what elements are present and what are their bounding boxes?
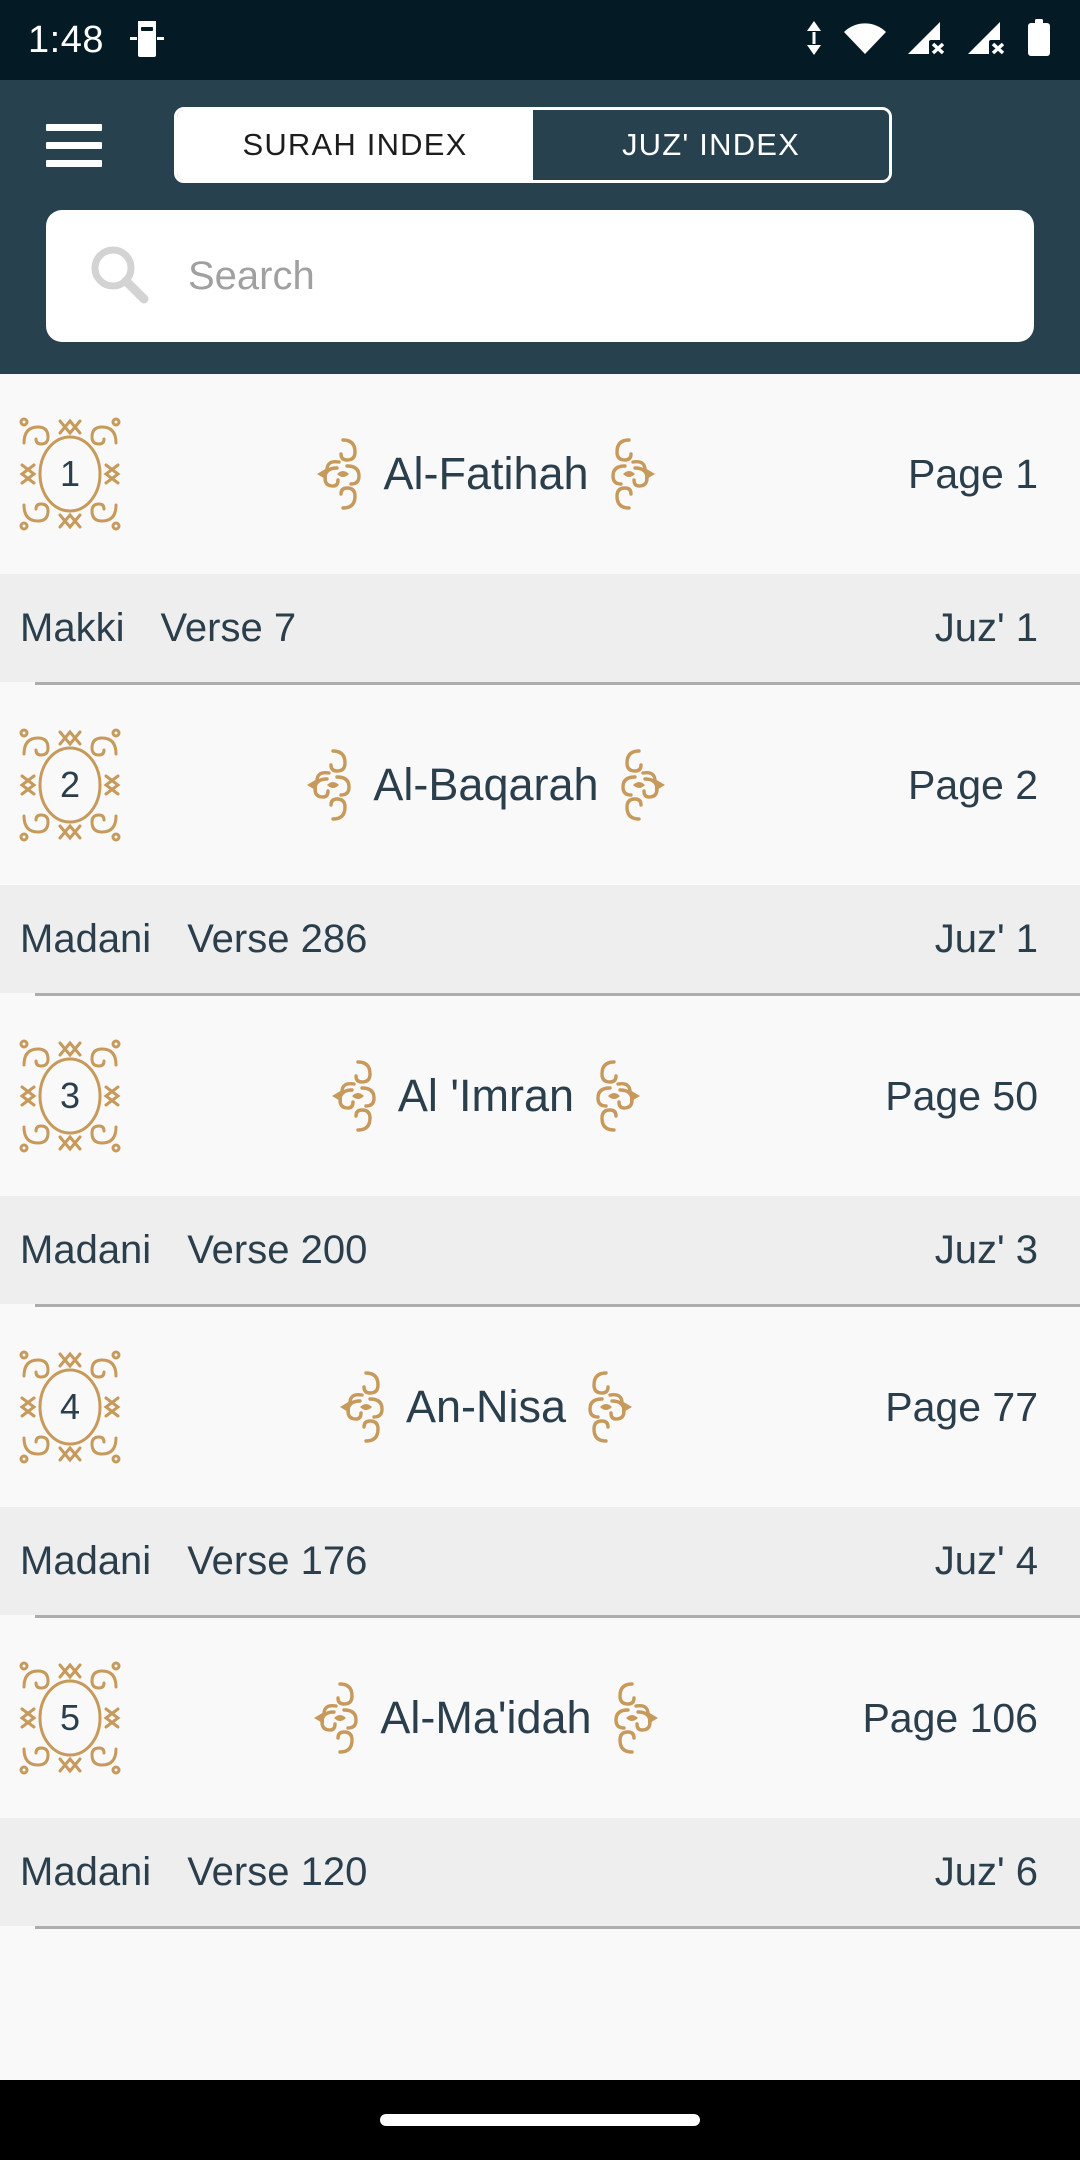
- surah-meta-left: Madani Verse 286: [20, 917, 367, 962]
- battery-full-icon: [1026, 18, 1052, 62]
- surah-row-meta: Madani Verse 286 Juz' 1: [0, 885, 1080, 993]
- surah-name-block: Al-Ma'idah: [124, 1674, 848, 1762]
- gold-ornament-left-icon: [339, 1371, 384, 1443]
- gold-ornament-right-icon: [610, 438, 655, 510]
- surah-name: An-Nisa: [405, 1381, 567, 1432]
- surah-verse-count: Verse 176: [187, 1538, 368, 1583]
- gold-ornament-right-icon: [588, 1371, 633, 1443]
- surah-juz-label: Juz' 6: [934, 1849, 1038, 1894]
- surah-juz-label: Juz' 1: [934, 605, 1038, 650]
- row-separator: [35, 1926, 1080, 1929]
- status-bar-clock: 1:48: [28, 18, 104, 61]
- surah-name-block: Al 'Imran: [124, 1052, 848, 1140]
- surah-verse-count: Verse 120: [187, 1849, 368, 1894]
- list-item: 1 Al-Fatihah Page 1 Makki Verse 7 Juz' 1: [0, 374, 1080, 685]
- surah-revelation-type: Madani: [20, 916, 152, 961]
- gold-ornament-right-icon: [596, 1060, 641, 1132]
- surah-page-label: Page 2: [908, 761, 1038, 808]
- surah-juz-label: Juz' 3: [934, 1227, 1038, 1272]
- surah-verse-count: Verse 7: [160, 605, 297, 650]
- surah-number-frame-icon: 3: [16, 1035, 124, 1157]
- app-screen: 1:48 SURAH INDEX JUZ' INDEX Search 1 Al-…: [0, 0, 1080, 2160]
- surah-number-frame-icon: 4: [16, 1346, 124, 1468]
- surah-name-block: An-Nisa: [124, 1363, 848, 1451]
- surah-meta-left: Madani Verse 120: [20, 1850, 367, 1895]
- surah-verse-count: Verse 286: [187, 916, 368, 961]
- surah-number: 1: [59, 453, 81, 494]
- surah-meta-left: Madani Verse 176: [20, 1539, 367, 1584]
- search-input[interactable]: [188, 253, 992, 299]
- status-bar-icons: [804, 18, 1052, 62]
- surah-row-meta: Madani Verse 200 Juz' 3: [0, 1196, 1080, 1304]
- surah-name: Al-Baqarah: [373, 759, 599, 810]
- search-icon: [88, 243, 150, 310]
- surah-name: Al-Ma'idah: [380, 1692, 592, 1743]
- gold-ornament-right-icon: [620, 749, 665, 821]
- gold-ornament-left-icon: [331, 1060, 376, 1132]
- surah-name-block: Al-Fatihah: [124, 430, 848, 518]
- surah-number-frame-icon: 5: [16, 1657, 124, 1779]
- surah-meta-left: Madani Verse 200: [20, 1228, 367, 1273]
- surah-list: 1 Al-Fatihah Page 1 Makki Verse 7 Juz' 1…: [0, 374, 1080, 1929]
- signal-no-sim-1-icon: [906, 20, 948, 61]
- tab-surah-index[interactable]: SURAH INDEX: [177, 110, 533, 180]
- index-tab-group: SURAH INDEX JUZ' INDEX: [174, 107, 892, 183]
- surah-meta-left: Makki Verse 7: [20, 606, 296, 651]
- surah-name-block: Al-Baqarah: [124, 741, 848, 829]
- surah-page-label: Page 1: [908, 450, 1038, 497]
- surah-verse-count: Verse 200: [187, 1227, 368, 1272]
- surah-row-main[interactable]: 5 Al-Ma'idah Page 106: [0, 1618, 1080, 1818]
- hamburger-menu-icon[interactable]: [46, 123, 102, 167]
- status-bar: 1:48: [0, 0, 1080, 80]
- wifi-icon: [842, 20, 888, 61]
- home-gesture-pill[interactable]: [380, 2114, 700, 2126]
- list-item: 4 An-Nisa Page 77 Madani Verse 176 Juz' …: [0, 1307, 1080, 1618]
- system-navigation-bar: [0, 2080, 1080, 2160]
- tab-juz-index[interactable]: JUZ' INDEX: [533, 110, 889, 180]
- surah-row-meta: Madani Verse 176 Juz' 4: [0, 1507, 1080, 1615]
- surah-number: 2: [59, 764, 81, 805]
- surah-page-label: Page 77: [885, 1383, 1038, 1430]
- surah-name: Al-Fatihah: [383, 448, 589, 499]
- search-bar[interactable]: [46, 210, 1034, 342]
- gold-ornament-left-icon: [317, 438, 362, 510]
- surah-row-meta: Madani Verse 120 Juz' 6: [0, 1818, 1080, 1926]
- surah-row-main[interactable]: 4 An-Nisa Page 77: [0, 1307, 1080, 1507]
- surah-juz-label: Juz' 4: [934, 1538, 1038, 1583]
- header-top-bar: SURAH INDEX JUZ' INDEX: [0, 80, 1080, 210]
- gold-ornament-right-icon: [613, 1682, 658, 1754]
- list-item: 3 Al 'Imran Page 50 Madani Verse 200 Juz…: [0, 996, 1080, 1307]
- screen-cast-icon: [129, 21, 164, 59]
- surah-number-frame-icon: 1: [16, 413, 124, 535]
- surah-name: Al 'Imran: [397, 1070, 575, 1121]
- surah-page-label: Page 50: [885, 1072, 1038, 1119]
- surah-row-main[interactable]: 3 Al 'Imran Page 50: [0, 996, 1080, 1196]
- surah-revelation-type: Makki: [20, 605, 125, 650]
- surah-row-main[interactable]: 1 Al-Fatihah Page 1: [0, 374, 1080, 574]
- search-section: [0, 210, 1080, 342]
- data-transfer-icon: [804, 19, 824, 62]
- surah-revelation-type: Madani: [20, 1538, 152, 1583]
- surah-page-label: Page 106: [862, 1694, 1038, 1741]
- surah-row-main[interactable]: 2 Al-Baqarah Page 2: [0, 685, 1080, 885]
- surah-number: 4: [59, 1386, 81, 1427]
- signal-no-sim-2-icon: [966, 20, 1008, 61]
- list-item: 2 Al-Baqarah Page 2 Madani Verse 286 Juz…: [0, 685, 1080, 996]
- surah-revelation-type: Madani: [20, 1227, 152, 1272]
- app-header: SURAH INDEX JUZ' INDEX: [0, 80, 1080, 374]
- surah-revelation-type: Madani: [20, 1849, 152, 1894]
- surah-row-meta: Makki Verse 7 Juz' 1: [0, 574, 1080, 682]
- list-item: 5 Al-Ma'idah Page 106 Madani Verse 120 J…: [0, 1618, 1080, 1929]
- surah-juz-label: Juz' 1: [934, 916, 1038, 961]
- surah-number-frame-icon: 2: [16, 724, 124, 846]
- gold-ornament-left-icon: [314, 1682, 359, 1754]
- surah-number: 5: [59, 1697, 81, 1738]
- gold-ornament-left-icon: [307, 749, 352, 821]
- surah-number: 3: [59, 1075, 81, 1116]
